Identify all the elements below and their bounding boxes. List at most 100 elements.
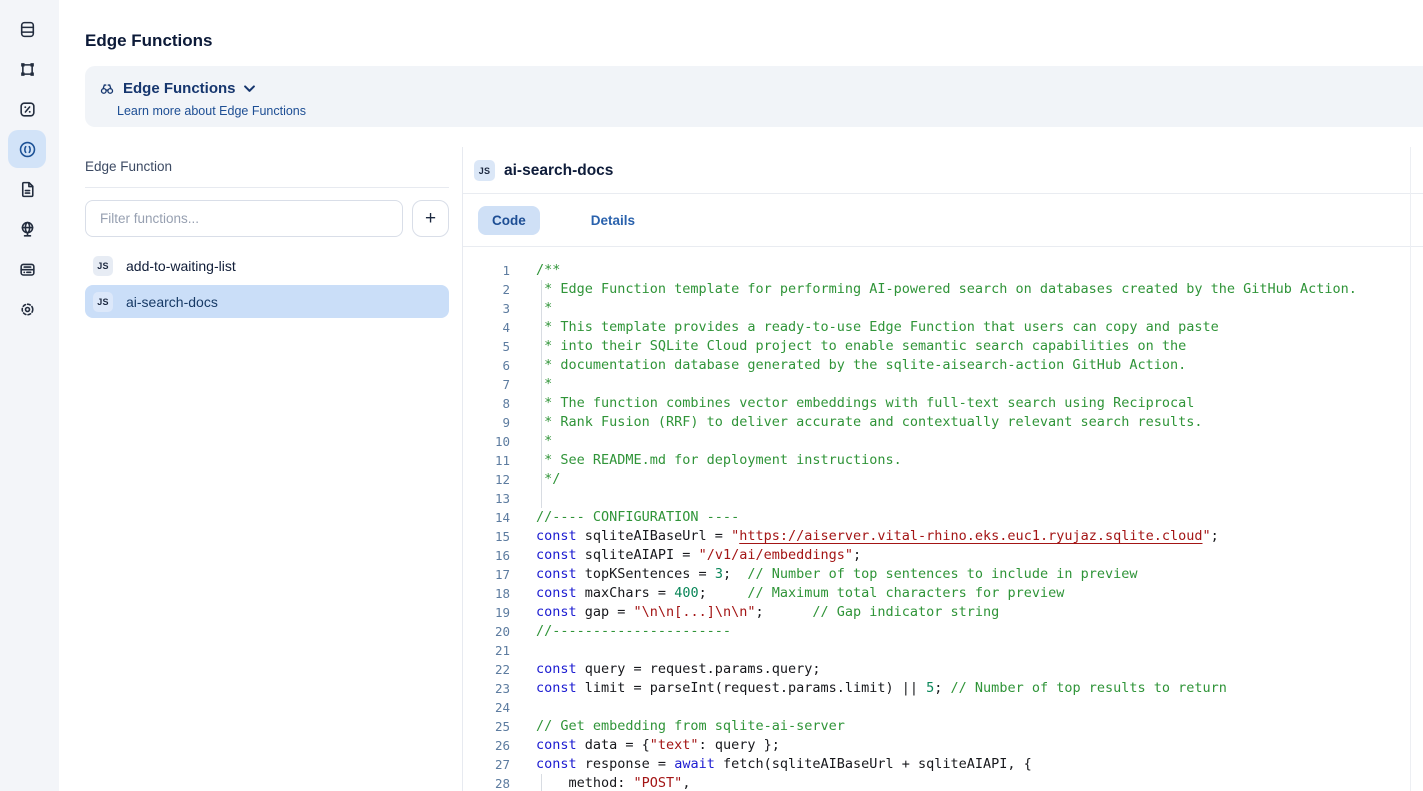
rail-item-globe[interactable] (8, 210, 46, 248)
indent-guide (541, 337, 542, 356)
icon-rail (0, 0, 59, 791)
edge-functions-banner: Edge Functions Learn more about Edge Fun… (85, 66, 1423, 127)
line-number: 10 (463, 432, 510, 451)
line-number: 12 (463, 470, 510, 489)
line-number: 28 (463, 774, 510, 791)
code-line-content: method: "POST", (536, 774, 690, 791)
indent-guide (541, 318, 542, 337)
banner-title: Edge Functions (123, 80, 236, 97)
settings-gear-icon (18, 300, 37, 319)
line-number: 8 (463, 394, 510, 413)
line-number: 16 (463, 546, 510, 565)
code-line-content: * This template provides a ready-to-use … (536, 318, 1219, 337)
panel-label: Edge Function (85, 159, 172, 174)
line-number: 25 (463, 717, 510, 736)
line-number: 5 (463, 337, 510, 356)
page-title: Edge Functions (85, 31, 213, 51)
js-badge: JS (474, 160, 495, 181)
indent-guide (541, 432, 542, 451)
add-function-button[interactable]: + (412, 200, 449, 237)
line-number: 24 (463, 698, 510, 717)
tab-code[interactable]: Code (478, 206, 540, 235)
line-number: 27 (463, 755, 510, 774)
rail-item-settings[interactable] (8, 290, 46, 328)
line-number: 14 (463, 508, 510, 527)
code-line-content: * See README.md for deployment instructi… (536, 451, 902, 470)
indent-guide (541, 375, 542, 394)
code-line: 8 * The function combines vector embeddi… (463, 394, 1410, 413)
code-line-content: // Get embedding from sqlite-ai-server (536, 717, 845, 736)
panel-divider (85, 187, 449, 188)
line-number: 23 (463, 679, 510, 698)
code-line: 26 const data = {"text": query }; (463, 736, 1410, 755)
code-line-content: const sqliteAIBaseUrl = "https://aiserve… (536, 527, 1219, 546)
line-number: 18 (463, 584, 510, 603)
line-number: 7 (463, 375, 510, 394)
function-list-item-ai-search-docs[interactable]: JS ai-search-docs (85, 285, 449, 318)
line-number: 4 (463, 318, 510, 337)
function-list: JSadd-to-waiting-list JS ai-search-docs (85, 249, 449, 321)
indent-guide (541, 470, 542, 489)
code-line: 24 (463, 698, 1410, 717)
code-line: 10 * (463, 432, 1410, 451)
line-number: 6 (463, 356, 510, 375)
line-number: 9 (463, 413, 510, 432)
indent-guide (541, 413, 542, 432)
code-line: 4 * This template provides a ready-to-us… (463, 318, 1410, 337)
rail-item-code-square[interactable] (8, 90, 46, 128)
code-line: 17const topKSentences = 3; // Number of … (463, 565, 1410, 584)
code-line-content: * (536, 299, 552, 318)
tab-details[interactable]: Details (577, 206, 649, 235)
line-number: 26 (463, 736, 510, 755)
rail-item-frame[interactable] (8, 50, 46, 88)
code-line-content: * (536, 432, 552, 451)
rail-item-file[interactable] (8, 170, 46, 208)
edge-functions-dropdown[interactable]: Edge Functions (99, 80, 255, 97)
code-line-content: */ (536, 470, 560, 489)
rail-item-database[interactable] (8, 10, 46, 48)
code-line-content: const response = await fetch(sqliteAIBas… (536, 755, 1032, 774)
filter-functions-input[interactable] (85, 200, 403, 237)
binoculars-icon (99, 81, 115, 97)
learn-more-link[interactable]: Learn more about Edge Functions (117, 104, 306, 118)
code-line: 27 const response = await fetch(sqliteAIB… (463, 755, 1410, 774)
code-line: 3 * (463, 299, 1410, 318)
line-number: 3 (463, 299, 510, 318)
file-icon (18, 180, 37, 199)
chevron-down-icon (244, 85, 255, 93)
rail-item-edge-functions[interactable] (8, 130, 46, 168)
code-line-content: const data = {"text": query }; (536, 736, 780, 755)
line-number: 1 (463, 261, 510, 280)
code-line: 9 * Rank Fusion (RRF) to deliver accurat… (463, 413, 1410, 432)
rail-item-server[interactable] (8, 250, 46, 288)
js-badge: JS (93, 292, 113, 312)
indent-guide (541, 489, 542, 508)
function-name-label: ai-search-docs (126, 294, 218, 310)
code-line-content: * into their SQLite Cloud project to ena… (536, 337, 1186, 356)
line-number: 20 (463, 622, 510, 641)
code-line: 7 * (463, 375, 1410, 394)
code-line: 15const sqliteAIBaseUrl = "https://aiser… (463, 527, 1410, 546)
code-line: 6 * documentation database generated by … (463, 356, 1410, 375)
function-title: ai-search-docs (504, 162, 613, 180)
code-line-content: const query = request.params.query; (536, 660, 820, 679)
code-line: 22const query = request.params.query; (463, 660, 1410, 679)
code-line-content: * Rank Fusion (RRF) to deliver accurate … (536, 413, 1202, 432)
server-icon (18, 260, 37, 279)
code-line-content: * The function combines vector embedding… (536, 394, 1194, 413)
indent-guide (541, 451, 542, 470)
code-line-content: const topKSentences = 3; // Number of to… (536, 565, 1137, 584)
indent-guide (541, 280, 542, 299)
code-line-content: /** (536, 261, 560, 280)
code-line-content: * (536, 375, 552, 394)
code-line-content: const maxChars = 400; // Maximum total c… (536, 584, 1064, 603)
function-name-label: add-to-waiting-list (126, 258, 236, 274)
code-editor[interactable]: 1/**2 * Edge Function template for perfo… (463, 261, 1410, 791)
line-number: 11 (463, 451, 510, 470)
function-list-item-add-to-waiting-list[interactable]: JSadd-to-waiting-list (85, 249, 449, 282)
code-line: 5 * into their SQLite Cloud project to e… (463, 337, 1410, 356)
code-line-content: const limit = parseInt(request.params.li… (536, 679, 1227, 698)
header-divider (463, 193, 1423, 194)
tab-bar: Code Details (478, 206, 649, 235)
code-line-content: //---- CONFIGURATION ---- (536, 508, 739, 527)
